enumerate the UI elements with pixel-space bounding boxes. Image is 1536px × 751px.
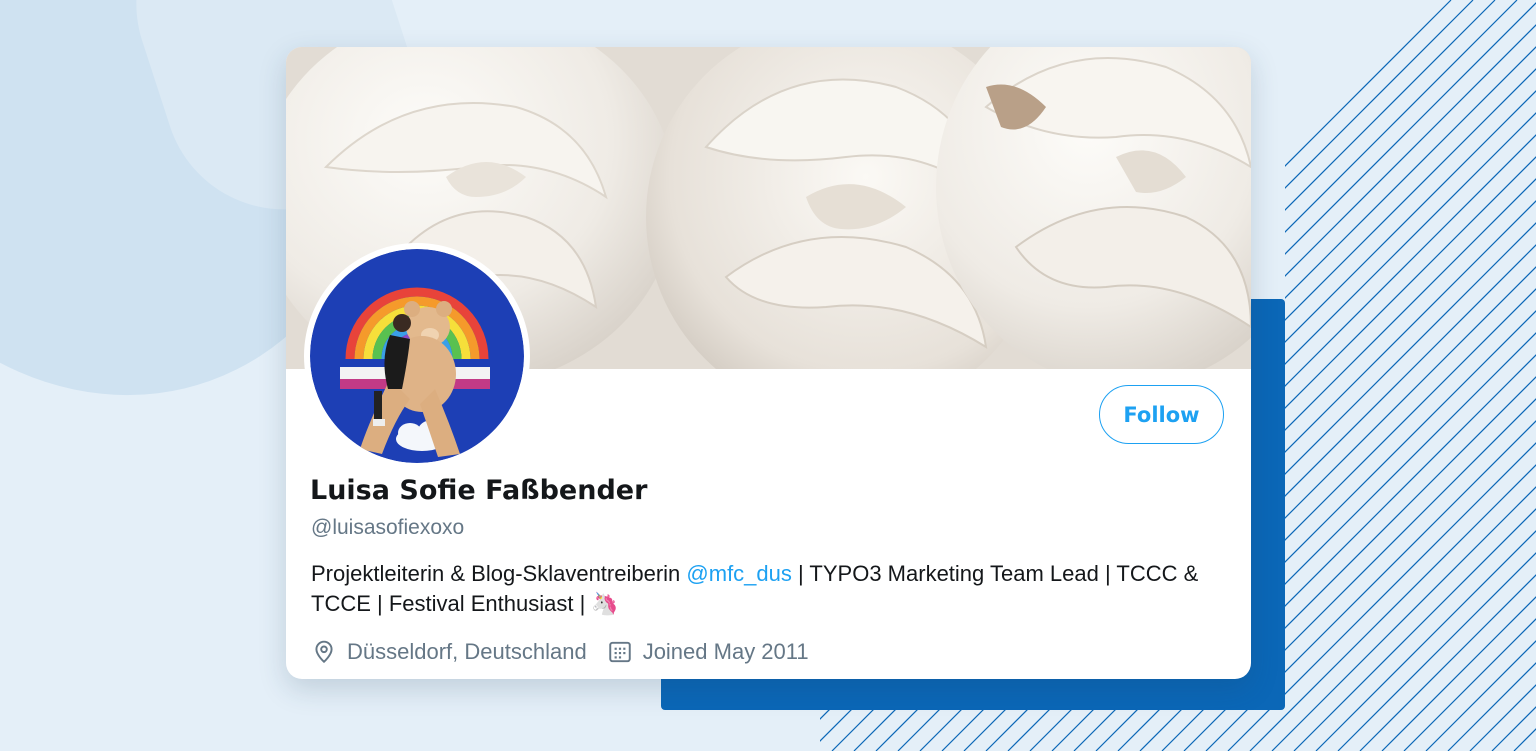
user-handle[interactable]: @luisasofiexoxo bbox=[311, 516, 464, 540]
bio-text-start: Projektleiterin & Blog-Sklaventreiberin bbox=[311, 561, 687, 586]
profile-bio: Projektleiterin & Blog-Sklaventreiberin … bbox=[311, 559, 1211, 619]
profile-card: Follow Luisa Sofie Faßbender @luisasofie… bbox=[286, 47, 1251, 679]
unicorn-emoji-icon: 🦄 bbox=[591, 591, 619, 616]
location-pin-icon bbox=[311, 639, 337, 665]
location-text: Düsseldorf, Deutschland bbox=[347, 639, 587, 664]
display-name: Luisa Sofie Faßbender bbox=[310, 475, 648, 506]
joined-date-text: Joined May 2011 bbox=[642, 639, 809, 664]
avatar[interactable] bbox=[304, 243, 530, 469]
follow-button[interactable]: Follow bbox=[1099, 385, 1224, 444]
bio-mention-link[interactable]: @mfc_dus bbox=[686, 561, 791, 586]
profile-meta: Düsseldorf, Deutschland Joined May 2011 bbox=[311, 639, 809, 665]
calendar-icon bbox=[607, 639, 633, 665]
